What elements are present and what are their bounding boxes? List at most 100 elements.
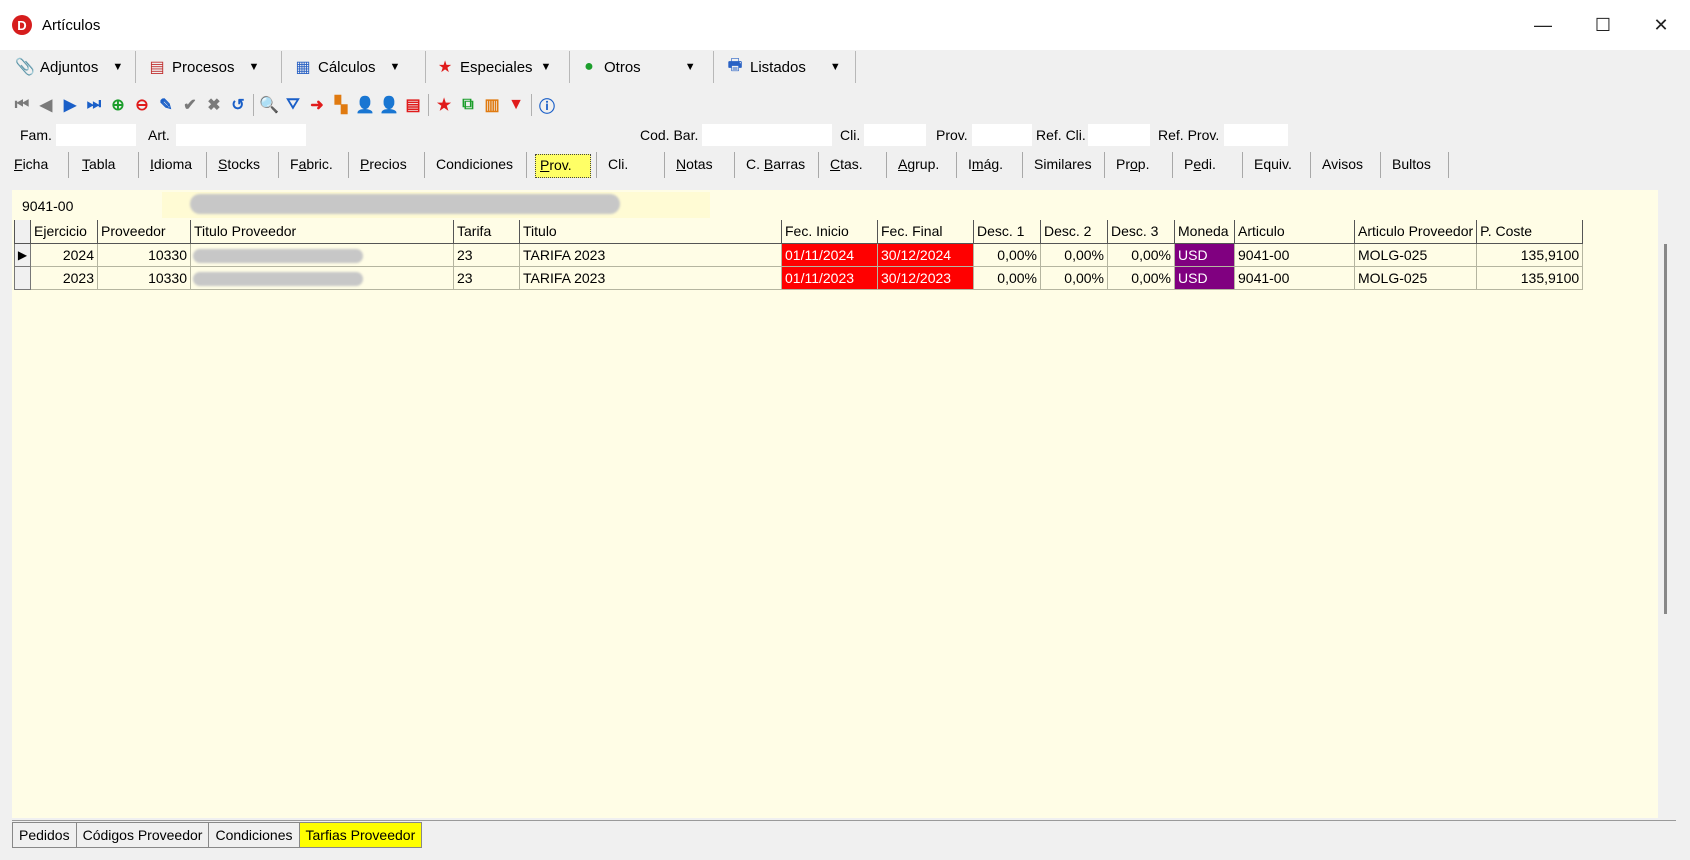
tab-ficha[interactable]: Ficha — [10, 154, 52, 178]
col-desc3[interactable]: Desc. 3 — [1107, 220, 1175, 244]
col-ejercicio[interactable]: Ejercicio — [30, 220, 98, 244]
tab-tabla[interactable]: Tabla — [78, 154, 119, 178]
tab-stocks[interactable]: Stocks — [214, 154, 264, 178]
col-proveedor[interactable]: Proveedor — [97, 220, 191, 244]
user-red-icon[interactable]: 👤 — [353, 93, 377, 117]
next-record-icon[interactable]: ▶ — [58, 93, 82, 117]
export-icon[interactable]: ➜ — [305, 93, 329, 117]
grid-color-icon[interactable]: ▚ — [329, 93, 353, 117]
col-desc2[interactable]: Desc. 2 — [1040, 220, 1108, 244]
refprov-input[interactable] — [1224, 124, 1288, 146]
user-green-icon[interactable]: 👤 — [377, 93, 401, 117]
cell-titulo[interactable]: TARIFA 2023 — [519, 265, 782, 290]
cli-input[interactable] — [864, 124, 926, 146]
cell-p-coste[interactable]: 135,9100 — [1476, 242, 1584, 267]
minimize-button[interactable]: — — [1520, 10, 1566, 40]
confirm-icon[interactable]: ✔ — [178, 93, 202, 117]
cell-titulo[interactable]: TARIFA 2023 — [519, 242, 782, 267]
search-icon[interactable]: 🔍 — [257, 93, 281, 117]
tab-prov[interactable]: Prov. — [535, 154, 591, 178]
chevron-down-icon[interactable]: ▼ — [249, 61, 260, 73]
tab-ctas[interactable]: Ctas. — [826, 154, 867, 178]
menu-adjuntos[interactable]: 📎 Adjuntos ▼ — [10, 51, 136, 83]
last-record-icon[interactable]: ⏭ — [82, 93, 106, 117]
codbar-input[interactable] — [702, 124, 832, 146]
chevron-down-icon[interactable]: ▼ — [541, 61, 552, 73]
cell-desc2[interactable]: 0,00% — [1040, 242, 1108, 267]
col-titulo-proveedor[interactable]: Titulo Proveedor — [190, 220, 454, 244]
tab-notas[interactable]: Notas — [672, 154, 717, 178]
tab-codigos-proveedor[interactable]: Códigos Proveedor — [76, 822, 210, 848]
chevron-down-icon[interactable]: ▼ — [390, 61, 401, 73]
cell-proveedor[interactable]: 10330 — [97, 265, 191, 290]
tab-equiv[interactable]: Equiv. — [1250, 154, 1296, 178]
cell-ejercicio[interactable]: 2024 — [30, 242, 98, 267]
columns-icon[interactable]: ▥ — [480, 93, 504, 117]
col-titulo[interactable]: Titulo — [519, 220, 782, 244]
chevron-down-icon[interactable]: ▼ — [685, 61, 696, 73]
prov-input[interactable] — [972, 124, 1032, 146]
chevron-down-icon[interactable]: ▼ — [112, 61, 123, 73]
col-articulo-proveedor[interactable]: Articulo Proveedor — [1353, 220, 1478, 244]
art-input[interactable] — [176, 124, 306, 146]
document-icon[interactable]: ▤ — [401, 93, 425, 117]
favorite-star-icon[interactable]: ★ — [432, 93, 456, 117]
menu-procesos[interactable]: ▤ Procesos ▼ — [142, 51, 282, 83]
scrollbar-thumb[interactable] — [1664, 244, 1667, 614]
first-record-icon[interactable]: ⏮ — [10, 93, 34, 117]
maximize-button[interactable]: ☐ — [1580, 10, 1626, 40]
col-p-coste[interactable]: P. Coste — [1476, 220, 1584, 244]
cell-moneda[interactable]: USD — [1174, 265, 1235, 290]
tab-condiciones[interactable]: Condiciones — [432, 154, 517, 178]
col-fec-inicio[interactable]: Fec. Inicio — [781, 220, 878, 244]
menu-listados[interactable]: 🖶 Listados ▼ — [720, 51, 856, 83]
cell-titulo-proveedor[interactable] — [190, 265, 454, 290]
cell-fec-final[interactable]: 30/12/2023 — [877, 265, 974, 290]
funnel-icon[interactable]: ▼ — [504, 93, 528, 117]
cell-moneda[interactable]: USD — [1174, 242, 1235, 267]
refcli-input[interactable] — [1088, 124, 1150, 146]
cell-desc3[interactable]: 0,00% — [1107, 265, 1175, 290]
tab-fabric[interactable]: Fabric. — [286, 154, 337, 178]
tab-idioma[interactable]: Idioma — [146, 154, 196, 178]
cell-articulo[interactable]: 9041-00 — [1234, 242, 1355, 267]
filter-icon[interactable]: ⛛ — [281, 93, 305, 117]
chevron-down-icon[interactable]: ▼ — [830, 61, 841, 73]
fam-input[interactable] — [56, 124, 136, 146]
tab-condiciones-bottom[interactable]: Condiciones — [209, 822, 300, 848]
copy-icon[interactable]: ⧉ — [456, 93, 480, 117]
col-fec-final[interactable]: Fec. Final — [877, 220, 974, 244]
cell-p-coste[interactable]: 135,9100 — [1476, 265, 1584, 290]
delete-record-icon[interactable]: ⊖ — [130, 93, 154, 117]
tab-imag[interactable]: Imág. — [964, 154, 1007, 178]
cell-fec-inicio[interactable]: 01/11/2024 — [781, 242, 878, 267]
cell-articulo-proveedor[interactable]: MOLG-025 — [1353, 265, 1478, 290]
menu-calculos[interactable]: ▦ Cálculos ▼ — [288, 51, 426, 83]
cell-articulo[interactable]: 9041-00 — [1234, 265, 1355, 290]
close-button[interactable]: ✕ — [1638, 10, 1684, 40]
cell-fec-inicio[interactable]: 01/11/2023 — [781, 265, 878, 290]
cell-articulo-proveedor[interactable]: MOLG-025 — [1353, 242, 1478, 267]
col-articulo[interactable]: Articulo — [1234, 220, 1355, 244]
tab-agrup[interactable]: Agrup. — [894, 154, 943, 178]
col-desc1[interactable]: Desc. 1 — [973, 220, 1041, 244]
cell-proveedor[interactable]: 10330 — [97, 242, 191, 267]
col-moneda[interactable]: Moneda — [1174, 220, 1235, 244]
table-row[interactable]: ▶ 2024 10330 23 TARIFA 2023 01/11/2024 3… — [14, 242, 1584, 267]
cell-desc1[interactable]: 0,00% — [973, 242, 1041, 267]
tab-precios[interactable]: Precios — [356, 154, 411, 178]
cell-desc2[interactable]: 0,00% — [1040, 265, 1108, 290]
cell-desc1[interactable]: 0,00% — [973, 265, 1041, 290]
tab-prop[interactable]: Prop. — [1112, 154, 1153, 178]
cancel-icon[interactable]: ✖ — [202, 93, 226, 117]
menu-especiales[interactable]: ★ Especiales ▼ — [430, 51, 570, 83]
tab-pedi[interactable]: Pedi. — [1180, 154, 1220, 178]
tab-pedidos[interactable]: Pedidos — [12, 822, 77, 848]
tab-avisos[interactable]: Avisos — [1318, 154, 1367, 178]
edit-record-icon[interactable]: ✎ — [154, 93, 178, 117]
cell-desc3[interactable]: 0,00% — [1107, 242, 1175, 267]
info-icon[interactable]: ⓘ — [535, 93, 559, 117]
tab-similares[interactable]: Similares — [1030, 154, 1096, 178]
add-record-icon[interactable]: ⊕ — [106, 93, 130, 117]
vertical-scrollbar[interactable] — [1660, 230, 1674, 820]
